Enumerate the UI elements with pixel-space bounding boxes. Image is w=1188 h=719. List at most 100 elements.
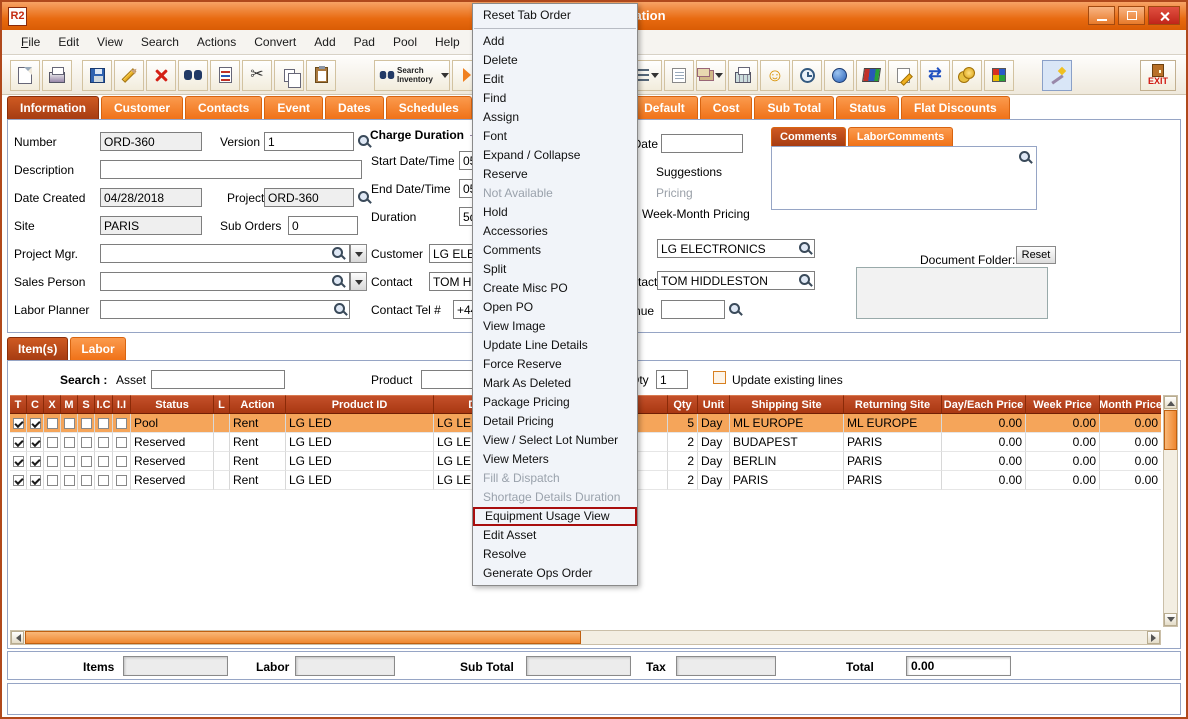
save-button[interactable] <box>82 60 112 91</box>
cell-check-i-i[interactable] <box>113 414 131 433</box>
checkbox[interactable] <box>30 437 41 448</box>
context-menu-item-reserve[interactable]: Reserve <box>473 165 637 184</box>
checkbox[interactable] <box>98 475 109 486</box>
checkbox[interactable] <box>64 418 75 429</box>
checkbox[interactable] <box>47 456 58 467</box>
copy-button[interactable] <box>274 60 304 91</box>
checkbox[interactable] <box>30 418 41 429</box>
column-header-qty[interactable]: Qty <box>668 395 698 414</box>
checkbox[interactable] <box>116 418 127 429</box>
print-button[interactable] <box>42 60 72 91</box>
checkbox[interactable] <box>47 418 58 429</box>
context-menu-item-mark-as-deleted[interactable]: Mark As Deleted <box>473 374 637 393</box>
project-mgr-search-icon[interactable] <box>330 245 346 262</box>
checkbox[interactable] <box>64 456 75 467</box>
column-header-l[interactable]: L <box>214 395 230 414</box>
cut-button[interactable] <box>242 60 272 91</box>
menu-edit[interactable]: Edit <box>49 32 88 52</box>
column-header-t[interactable]: T <box>10 395 27 414</box>
cell-check-x[interactable] <box>44 414 61 433</box>
column-header-returning-site[interactable]: Returning Site <box>844 395 942 414</box>
tab-dates[interactable]: Dates <box>325 96 384 119</box>
checkbox[interactable] <box>81 475 92 486</box>
cell-check-c[interactable] <box>27 452 44 471</box>
context-menu-item-delete[interactable]: Delete <box>473 51 637 70</box>
cell-check-s[interactable] <box>78 414 95 433</box>
menu-pool[interactable]: Pool <box>384 32 426 52</box>
history-button[interactable] <box>792 60 822 91</box>
menu-search[interactable]: Search <box>132 32 188 52</box>
menu-help[interactable]: Help <box>426 32 469 52</box>
menu-actions[interactable]: Actions <box>188 32 245 52</box>
column-header-unit[interactable]: Unit <box>698 395 730 414</box>
maximize-button[interactable] <box>1118 6 1145 25</box>
project-mgr-dropdown-icon[interactable] <box>350 244 367 263</box>
reports-button[interactable] <box>856 60 886 91</box>
context-menu-item-view-meters[interactable]: View Meters <box>473 450 637 469</box>
financials-button[interactable] <box>952 60 982 91</box>
week-month-pricing-option[interactable]: Week-Month Pricing <box>642 207 750 221</box>
edit-button[interactable] <box>114 60 144 91</box>
checkbox[interactable] <box>30 475 41 486</box>
edit-order-button[interactable] <box>888 60 918 91</box>
context-menu-item-view-image[interactable]: View Image <box>473 317 637 336</box>
customer-name-search-icon[interactable] <box>797 240 813 257</box>
qty-input[interactable]: 1 <box>656 370 688 389</box>
transfer-button[interactable] <box>920 60 950 91</box>
cell-check-c[interactable] <box>27 471 44 490</box>
cell-check-i-i[interactable] <box>113 452 131 471</box>
checkbox[interactable] <box>47 475 58 486</box>
cell-check-m[interactable] <box>61 471 78 490</box>
tab-flat-discounts[interactable]: Flat Discounts <box>901 96 1010 119</box>
web-button[interactable] <box>824 60 854 91</box>
horizontal-scroll-thumb[interactable] <box>25 631 581 644</box>
cell-check-i-c[interactable] <box>95 433 113 452</box>
cell-check-s[interactable] <box>78 433 95 452</box>
context-menu-item-open-po[interactable]: Open PO <box>473 298 637 317</box>
checkbox[interactable] <box>13 475 24 486</box>
cell-check-t[interactable] <box>10 433 27 452</box>
smiley-button[interactable] <box>760 60 790 91</box>
cell-check-i-i[interactable] <box>113 471 131 490</box>
context-menu-item-resolve[interactable]: Resolve <box>473 545 637 564</box>
context-menu-item-update-line-details[interactable]: Update Line Details <box>473 336 637 355</box>
horizontal-scrollbar[interactable] <box>10 630 1161 645</box>
context-menu-item-add[interactable]: Add <box>473 32 637 51</box>
close-button[interactable] <box>1148 6 1180 25</box>
menu-view[interactable]: View <box>88 32 132 52</box>
column-header-action[interactable]: Action <box>230 395 286 414</box>
venue-field[interactable] <box>661 300 725 319</box>
vertical-scroll-thumb[interactable] <box>1164 410 1177 450</box>
notes-button[interactable] <box>664 60 694 91</box>
due-date-field[interactable] <box>661 134 743 153</box>
cell-check-i-c[interactable] <box>95 452 113 471</box>
tab-default[interactable]: Default <box>631 96 698 119</box>
column-header-s[interactable]: S <box>78 395 95 414</box>
sales-person-search-icon[interactable] <box>330 273 346 290</box>
context-menu-item-force-reserve[interactable]: Force Reserve <box>473 355 637 374</box>
cell-check-x[interactable] <box>44 452 61 471</box>
checkbox[interactable] <box>47 437 58 448</box>
site-field[interactable]: PARIS <box>100 216 202 235</box>
sales-person-dropdown-icon[interactable] <box>350 272 367 291</box>
find-button[interactable] <box>178 60 208 91</box>
context-menu-item-equipment-usage-view[interactable]: Equipment Usage View <box>473 507 637 526</box>
context-menu-item-edit[interactable]: Edit <box>473 70 637 89</box>
tab-items[interactable]: Item(s) <box>7 337 68 360</box>
contact-name-search-icon[interactable] <box>797 272 813 289</box>
checkbox[interactable] <box>116 456 127 467</box>
wand-button[interactable] <box>1042 60 1072 91</box>
cell-check-i-c[interactable] <box>95 414 113 433</box>
asset-search-input[interactable] <box>151 370 285 389</box>
tab-sub-total[interactable]: Sub Total <box>754 96 834 119</box>
menu-pad[interactable]: Pad <box>345 32 384 52</box>
cell-check-t[interactable] <box>10 452 27 471</box>
column-header-m[interactable]: M <box>61 395 78 414</box>
context-menu-item-detail-pricing[interactable]: Detail Pricing <box>473 412 637 431</box>
tab-schedules[interactable]: Schedules <box>386 96 472 119</box>
context-menu-item-accessories[interactable]: Accessories <box>473 222 637 241</box>
menu-add[interactable]: Add <box>305 32 344 52</box>
column-header-c[interactable]: C <box>27 395 44 414</box>
print-labels-button[interactable] <box>728 60 758 91</box>
context-menu-item-create-misc-po[interactable]: Create Misc PO <box>473 279 637 298</box>
